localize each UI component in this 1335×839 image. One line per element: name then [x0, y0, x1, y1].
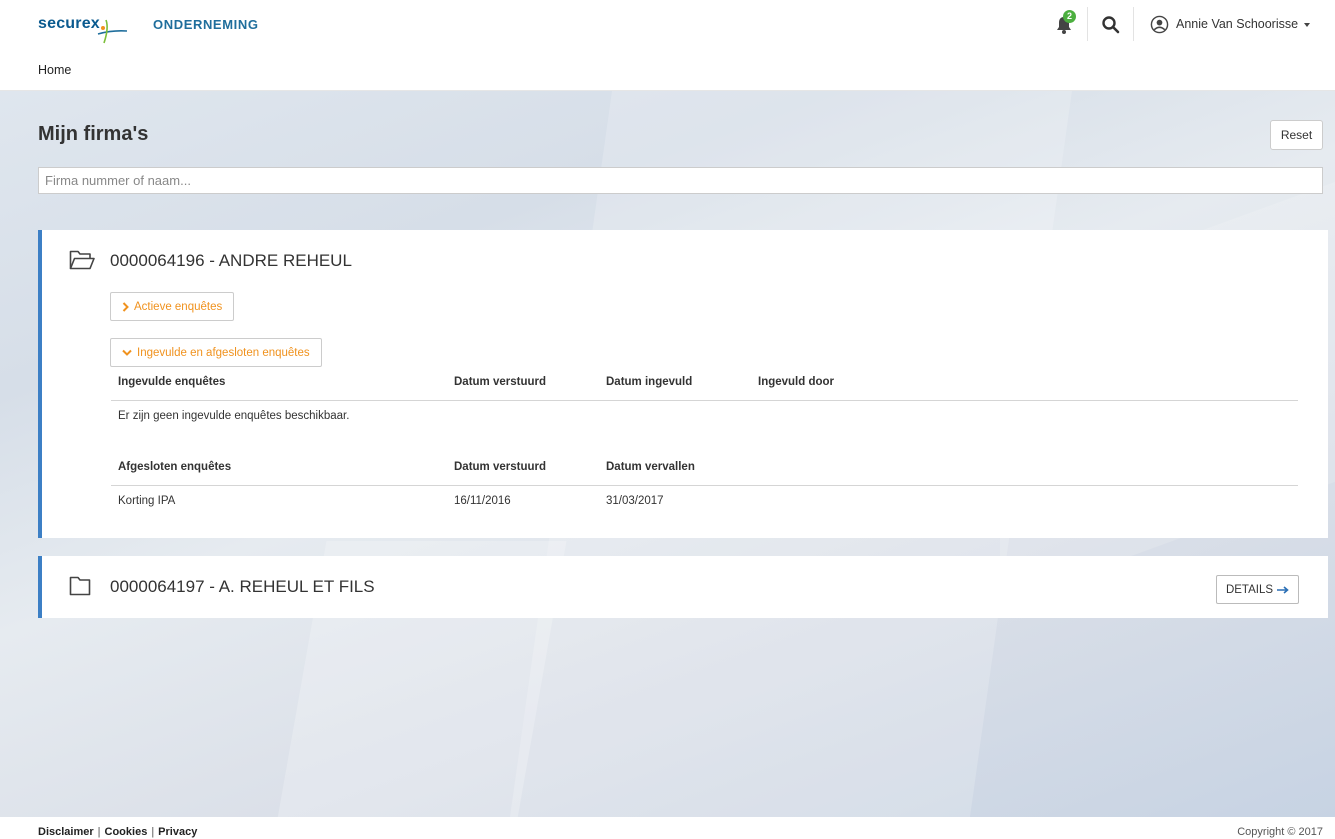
- chevron-down-icon[interactable]: [1304, 23, 1310, 27]
- column-header: Ingevulde enquêtes: [118, 376, 226, 388]
- folder-icon: [69, 576, 91, 596]
- header-separator: [1133, 7, 1134, 41]
- table-divider: [111, 485, 1298, 486]
- column-header: Datum vervallen: [606, 461, 695, 473]
- active-surveys-button[interactable]: Actieve enquêtes: [110, 292, 235, 321]
- active-surveys-label: Actieve enquêtes: [134, 300, 223, 313]
- closed-surveys-button[interactable]: Ingevulde en afgesloten enquêtes: [110, 338, 322, 367]
- column-header: Ingevuld door: [758, 376, 835, 388]
- details-label: DETAILS: [1225, 583, 1274, 596]
- company-title[interactable]: 0000064196 - ANDRE REHEUL: [110, 251, 352, 271]
- notification-badge: 2: [1063, 10, 1076, 23]
- company-card: 0000064197 - A. REHEUL ET FILS DETAILS: [38, 556, 1328, 618]
- column-header: Afgesloten enquêtes: [118, 461, 232, 473]
- brand-title[interactable]: ONDERNEMING: [153, 17, 259, 32]
- breadcrumb: Home: [0, 50, 1335, 91]
- footer: Disclaimer | Cookies | Privacy Copyright © 2…: [0, 817, 1335, 839]
- logo-text: securex: [38, 15, 100, 32]
- table-divider: [111, 400, 1298, 401]
- column-header: Datum verstuurd: [454, 461, 547, 473]
- reset-button[interactable]: Reset: [1270, 120, 1323, 150]
- logo-swoosh-icon: [97, 19, 128, 44]
- main-content: Mijn firma's Reset 0000064196 - ANDRE RE…: [0, 91, 1335, 817]
- page-title: Mijn firma's: [38, 123, 149, 145]
- company-title[interactable]: 0000064197 - A. REHEUL ET FILS: [110, 577, 375, 597]
- footer-links: Disclaimer | Cookies | Privacy: [38, 826, 198, 838]
- user-circle-icon[interactable]: [1150, 15, 1169, 34]
- column-header: Datum verstuurd: [454, 376, 547, 388]
- chevron-down-icon: [122, 349, 132, 356]
- securex-logo[interactable]: securex: [38, 12, 130, 46]
- arrow-right-icon: [1277, 585, 1289, 594]
- company-card: 0000064196 - ANDRE REHEUL Actieve enquêt…: [38, 230, 1328, 538]
- empty-message: Er zijn geen ingevulde enquêtes beschikb…: [118, 410, 350, 422]
- disclaimer-link[interactable]: Disclaimer: [38, 826, 94, 838]
- top-header: securex ONDERNEMING 2 Annie Van Schooris…: [0, 0, 1335, 50]
- breadcrumb-home[interactable]: Home: [38, 63, 71, 77]
- details-button[interactable]: DETAILS: [1216, 575, 1299, 604]
- company-search-input[interactable]: [38, 167, 1323, 194]
- user-name[interactable]: Annie Van Schoorisse: [1176, 17, 1298, 31]
- column-header: Datum ingevuld: [606, 376, 693, 388]
- survey-name: Korting IPA: [118, 495, 176, 507]
- privacy-link[interactable]: Privacy: [158, 826, 197, 838]
- date-expired: 31/03/2017: [606, 495, 664, 507]
- folder-open-icon: [69, 250, 95, 270]
- chevron-right-icon: [122, 301, 129, 312]
- closed-surveys-label: Ingevulde en afgesloten enquêtes: [137, 346, 310, 359]
- header-separator: [1087, 7, 1088, 41]
- copyright: Copyright © 2017: [1237, 826, 1323, 838]
- search-icon[interactable]: [1101, 15, 1121, 35]
- cookies-link[interactable]: Cookies: [105, 826, 148, 838]
- date-sent: 16/11/2016: [454, 495, 511, 507]
